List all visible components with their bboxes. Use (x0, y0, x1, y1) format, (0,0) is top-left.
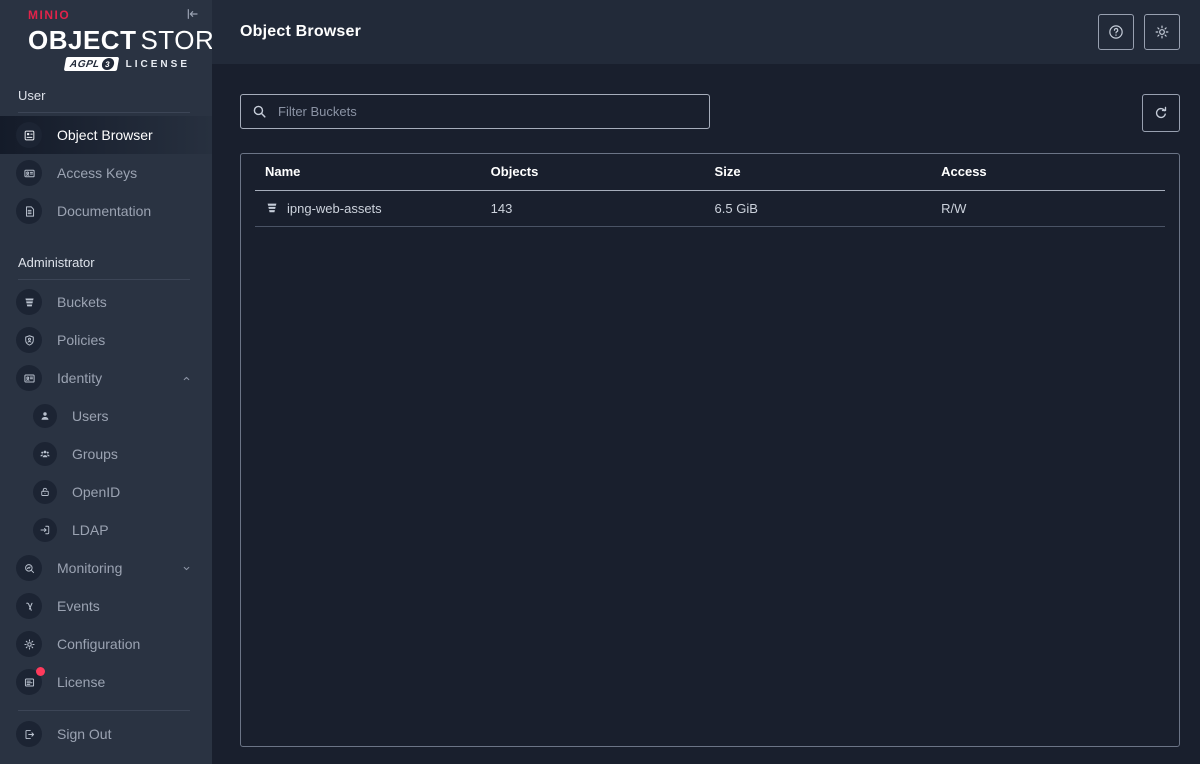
sidebar-item-label: Identity (57, 370, 102, 386)
content: Name Objects Size Access ip (212, 64, 1200, 764)
groups-icon (33, 442, 57, 466)
bucket-access: R/W (931, 190, 1165, 226)
topbar-actions (1098, 14, 1180, 50)
sidebar-item-label: Configuration (57, 636, 140, 652)
configuration-icon (16, 631, 42, 657)
signout-divider (18, 710, 190, 711)
ldap-icon (33, 518, 57, 542)
filter-row (240, 94, 1180, 132)
sidebar-item-policies[interactable]: Policies (0, 321, 212, 359)
sidebar-item-label: Sign Out (57, 726, 111, 742)
search-icon (251, 103, 268, 120)
sun-icon (1153, 23, 1171, 41)
sidebar-item-label: Monitoring (57, 560, 122, 576)
table-row[interactable]: ipng-web-assets 143 6.5 GiB R/W (255, 190, 1165, 226)
page-title: Object Browser (240, 23, 361, 41)
section-divider (18, 279, 190, 280)
license-row: AGPL3 LICENSE (28, 57, 192, 71)
section-label-administrator: Administrator (0, 254, 212, 272)
refresh-button[interactable] (1142, 94, 1180, 132)
agpl-badge: AGPL3 (64, 57, 119, 71)
access-keys-icon (16, 160, 42, 186)
bucket-icon (265, 201, 279, 215)
logo-block: MINIO OBJECTSTORE AGPL3 LICENSE (0, 0, 212, 71)
sidebar-item-object-browser[interactable]: Object Browser (0, 116, 212, 154)
sidebar-item-documentation[interactable]: Documentation (0, 192, 212, 230)
sidebar-item-sign-out[interactable]: Sign Out (0, 715, 212, 753)
sidebar-item-label: Policies (57, 332, 105, 348)
sidebar-item-license[interactable]: License (0, 663, 212, 701)
sidebar-item-label: Events (57, 598, 100, 614)
buckets-table: Name Objects Size Access ip (255, 154, 1165, 227)
license-label: LICENSE (126, 59, 190, 70)
license-notification-dot (36, 667, 45, 676)
section-label-user: User (0, 87, 212, 105)
buckets-icon (16, 289, 42, 315)
sidebar-collapse-icon[interactable] (184, 6, 200, 22)
sidebar-item-buckets[interactable]: Buckets (0, 283, 212, 321)
sidebar-item-label: Documentation (57, 203, 151, 219)
minio-wordmark: MINIO (28, 8, 70, 22)
sidebar-item-label: Object Browser (57, 127, 153, 143)
policies-icon (16, 327, 42, 353)
identity-icon (16, 365, 42, 391)
chevron-up-icon[interactable] (181, 373, 192, 384)
column-header-objects: Objects (481, 154, 705, 190)
sidebar-item-access-keys[interactable]: Access Keys (0, 154, 212, 192)
help-button[interactable] (1098, 14, 1134, 50)
license-icon (16, 669, 42, 695)
sidebar-item-configuration[interactable]: Configuration (0, 625, 212, 663)
bucket-size: 6.5 GiB (705, 190, 932, 226)
bucket-objects: 143 (481, 190, 705, 226)
sidebar-item-identity[interactable]: Identity (0, 359, 212, 397)
column-header-name: Name (255, 154, 481, 190)
sidebar-item-groups[interactable]: Groups (0, 435, 212, 473)
monitoring-icon (16, 555, 42, 581)
sidebar-item-label: License (57, 674, 105, 690)
object-browser-icon (16, 122, 42, 148)
signout-icon (16, 721, 42, 747)
sidebar-item-label: Buckets (57, 294, 107, 310)
sidebar-item-label: OpenID (72, 484, 120, 500)
sidebar-item-label: LDAP (72, 522, 109, 538)
filter-box (240, 94, 710, 129)
sidebar-item-label: Groups (72, 446, 118, 462)
bucket-name-cell: ipng-web-assets (265, 201, 473, 216)
section-divider (18, 112, 190, 113)
refresh-icon (1152, 104, 1170, 122)
column-header-access: Access (931, 154, 1165, 190)
product-title: OBJECTSTORE (28, 26, 192, 54)
topbar: Object Browser (212, 0, 1200, 64)
events-icon (16, 593, 42, 619)
main-area: Object Browser (212, 0, 1200, 764)
documentation-icon (16, 198, 42, 224)
help-icon (1107, 23, 1125, 41)
filter-buckets-input[interactable] (240, 94, 710, 129)
sidebar-item-openid[interactable]: OpenID (0, 473, 212, 511)
sidebar-item-ldap[interactable]: LDAP (0, 511, 212, 549)
sidebar-item-users[interactable]: Users (0, 397, 212, 435)
theme-toggle-button[interactable] (1144, 14, 1180, 50)
sidebar-item-events[interactable]: Events (0, 587, 212, 625)
sidebar: MINIO OBJECTSTORE AGPL3 LICENSE User Obj… (0, 0, 212, 764)
openid-icon (33, 480, 57, 504)
buckets-table-card: Name Objects Size Access ip (240, 153, 1180, 747)
table-header-row: Name Objects Size Access (255, 154, 1165, 190)
users-icon (33, 404, 57, 428)
column-header-size: Size (705, 154, 932, 190)
sidebar-item-label: Access Keys (57, 165, 137, 181)
sidebar-item-label: Users (72, 408, 109, 424)
sidebar-item-monitoring[interactable]: Monitoring (0, 549, 212, 587)
chevron-down-icon[interactable] (181, 563, 192, 574)
bucket-name: ipng-web-assets (287, 201, 382, 216)
